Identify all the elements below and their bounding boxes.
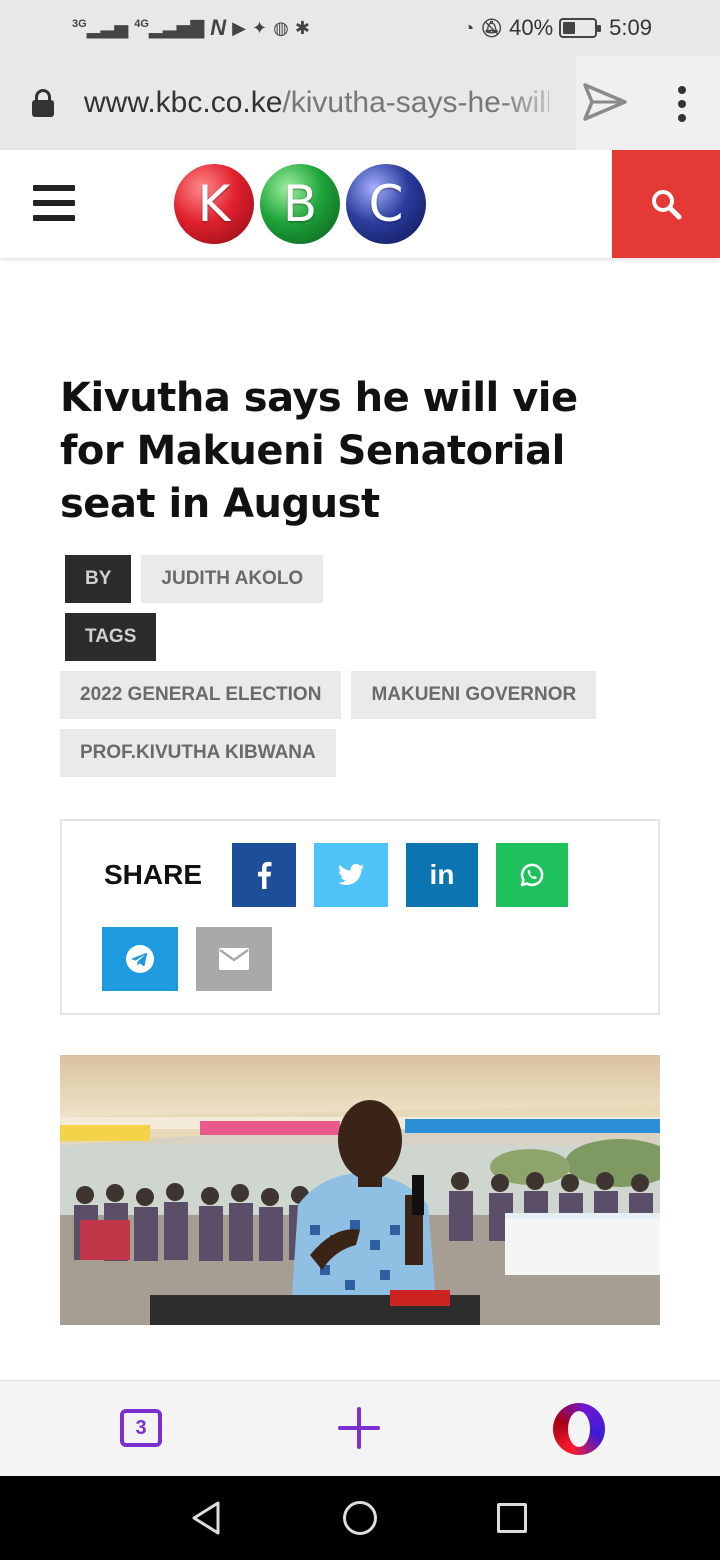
linkedin-icon: in [429, 859, 455, 890]
byline: BY JUDITH AKOLO [60, 555, 324, 603]
tag-link[interactable]: MAKUENI GOVERNOR [351, 671, 597, 719]
whatsapp-icon [520, 863, 544, 887]
share-facebook-button[interactable] [232, 843, 296, 907]
logo-ball-k: K [174, 164, 254, 244]
article-photo[interactable] [60, 1055, 660, 1325]
tags-row-1: 2022 GENERAL ELECTION MAKUENI GOVERNOR [60, 671, 597, 719]
youtube-icon: ▶ [232, 17, 247, 38]
author-link[interactable]: JUDITH AKOLO [141, 555, 324, 603]
tag-link[interactable]: 2022 GENERAL ELECTION [60, 671, 342, 719]
android-nav-bar [0, 1476, 720, 1560]
battery-fill [563, 22, 576, 34]
tags-label: TAGS [65, 613, 157, 661]
battery-icon [559, 18, 602, 38]
logo-ball-c: C [346, 164, 426, 244]
settings-gear-icon: ✱ [294, 17, 310, 38]
compass-icon: ◍ [273, 17, 289, 38]
tags-row-2: PROF.KIVUTHA KIBWANA [60, 729, 336, 777]
share-whatsapp-button[interactable] [496, 843, 568, 907]
twitter-status-icon: ✦ [252, 17, 268, 38]
share-email-button[interactable] [196, 927, 272, 991]
mute-bell-icon: 🔕︎ [480, 17, 504, 38]
share-label: SHARE [104, 859, 203, 890]
tab-count: 3 [135, 1416, 147, 1439]
url-field[interactable]: www.kbc.co.ke/kivutha-says-he-will-vie-f… [84, 86, 549, 120]
kbc-logo[interactable]: K B C [174, 164, 426, 244]
notification-n-icon: N [210, 15, 227, 40]
recents-square-icon[interactable] [497, 1503, 527, 1533]
address-bar[interactable]: www.kbc.co.ke/kivutha-says-he-will-vie-f… [0, 56, 720, 150]
tag-link[interactable]: PROF.KIVUTHA KIBWANA [60, 729, 336, 777]
logo-ball-b: B [260, 164, 340, 244]
browser-bottom-toolbar: 3 [0, 1380, 720, 1476]
twitter-icon [338, 864, 364, 885]
status-bar: 3G▂▃▅ 4G▂▃▅▇ N ▶ ✦ ◍ ✱ ◔ 🔕︎ 40% 5:09 [0, 0, 720, 56]
share-box: SHARE in [60, 819, 660, 1015]
telegram-icon [126, 945, 154, 973]
search-icon [652, 190, 682, 220]
data-saver-icon: ◔ [463, 17, 475, 38]
status-icons-left: 3G▂▃▅ 4G▂▃▅▇ N ▶ ✦ ◍ ✱ [72, 15, 310, 41]
send-icon[interactable] [582, 82, 628, 122]
tags-header: TAGS [60, 613, 157, 661]
back-triangle-icon[interactable] [190, 1500, 222, 1536]
network-3g-icon: 3G▂▃▅ [72, 17, 129, 38]
search-button[interactable] [612, 150, 720, 258]
url-host: www.kbc.co.ke [84, 86, 283, 119]
battery-percent: 40% [509, 15, 554, 40]
tabs-button[interactable]: 3 [120, 1409, 162, 1447]
article-photo-image [60, 1055, 660, 1325]
facebook-icon [258, 861, 272, 889]
lock-icon[interactable] [32, 89, 54, 117]
share-twitter-button[interactable] [314, 843, 388, 907]
network-4g-icon: 4G▂▃▅▇ [134, 17, 205, 38]
opera-menu-icon[interactable] [553, 1403, 605, 1455]
email-icon [219, 948, 249, 970]
article-title: Kivutha says he will vie for Makueni Sen… [60, 375, 578, 527]
menu-hamburger-icon[interactable] [33, 185, 75, 221]
home-circle-icon[interactable] [343, 1501, 377, 1535]
share-linkedin-button[interactable]: in [406, 843, 478, 907]
clock: 5:09 [609, 15, 652, 40]
new-tab-plus-icon[interactable] [338, 1407, 380, 1449]
status-icons-right: ◔ 🔕︎ 40% 5:09 [463, 15, 652, 41]
more-vert-icon[interactable] [677, 86, 687, 122]
share-telegram-button[interactable] [102, 927, 178, 991]
site-header: K B C [0, 150, 720, 258]
by-label: BY [65, 555, 132, 603]
